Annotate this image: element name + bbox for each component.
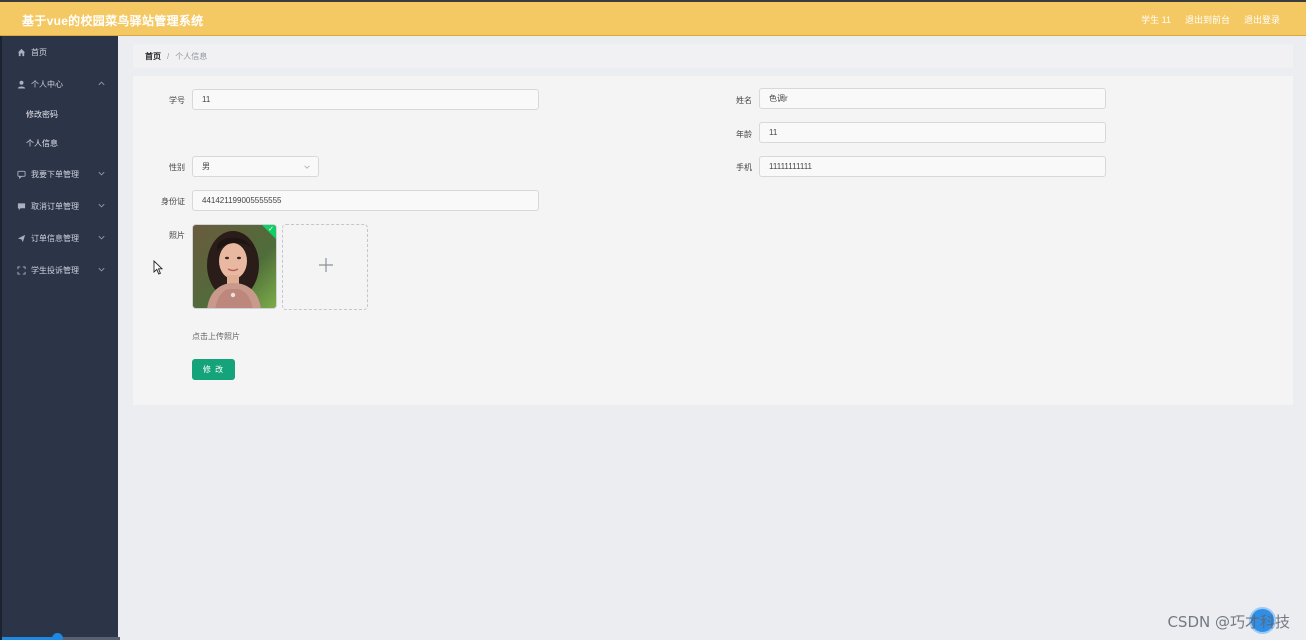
phone-input[interactable]: 11111111111 (759, 156, 1106, 177)
id-card-input[interactable]: 441421199005555555 (192, 190, 539, 211)
name-input[interactable]: 色调r (759, 88, 1106, 109)
chat-icon (16, 169, 26, 179)
sidebar-item-personal-center[interactable]: 个人中心 (2, 68, 118, 100)
send-icon (16, 233, 26, 243)
phone-label: 手机 (736, 163, 752, 172)
sidebar-item-cancel-order[interactable]: 取消订单管理 (2, 190, 118, 222)
profile-form: 学号 11 姓名 色调r 年龄 11 性别 男 手机 11111111111 身… (133, 76, 1293, 405)
fullscreen-icon (16, 265, 26, 275)
chevron-down-icon (98, 171, 105, 176)
sidebar: 首页 个人中心 修改密码 个人信息 我要下单管理 取消订单管理 订单信息管理 学… (0, 36, 120, 640)
student-id-label: 学号 (169, 96, 185, 105)
top-header: 基于vue的校园菜鸟驿站管理系统 学生 11 退出到前台 退出登录 (0, 0, 1306, 36)
age-label: 年龄 (736, 130, 752, 139)
home-icon (16, 47, 26, 57)
sidebar-item-label: 学生投诉管理 (31, 265, 79, 275)
chevron-down-icon (98, 235, 105, 240)
chevron-down-icon (98, 267, 105, 272)
sidebar-item-student-complaints[interactable]: 学生投诉管理 (2, 254, 118, 286)
sidebar-item-place-order[interactable]: 我要下单管理 (2, 158, 118, 190)
name-label: 姓名 (736, 96, 752, 105)
chevron-down-icon (304, 165, 310, 169)
id-card-label: 身份证 (161, 197, 185, 206)
upload-hint: 点击上传照片 (192, 332, 240, 341)
plus-icon (319, 258, 333, 272)
sidebar-subitem-change-password[interactable]: 修改密码 (2, 100, 118, 129)
check-icon: ✓ (268, 226, 274, 233)
user-icon (16, 79, 26, 89)
sidebar-item-label: 取消订单管理 (31, 201, 79, 211)
gender-label: 性别 (169, 163, 185, 172)
app-title: 基于vue的校园菜鸟驿站管理系统 (22, 14, 204, 28)
sidebar-subitem-personal-info[interactable]: 个人信息 (2, 129, 118, 158)
sidebar-item-order-info[interactable]: 订单信息管理 (2, 222, 118, 254)
sidebar-item-label: 首页 (31, 47, 47, 57)
age-input[interactable]: 11 (759, 122, 1106, 143)
mouse-cursor-icon (153, 260, 163, 275)
student-id-input[interactable]: 11 (192, 89, 539, 110)
breadcrumb-separator: / (167, 51, 170, 61)
uploaded-photo[interactable]: ✓ (192, 224, 277, 309)
chevron-down-icon (98, 203, 105, 208)
logout-link[interactable]: 退出登录 (1244, 13, 1280, 26)
breadcrumb-home[interactable]: 首页 (145, 51, 161, 62)
watermark-text: CSDN @巧才科技 (1167, 613, 1290, 631)
message-icon (16, 201, 26, 211)
scroll-knob[interactable] (52, 633, 63, 640)
sidebar-item-home[interactable]: 首页 (2, 36, 118, 68)
current-user-label: 学生 11 (1141, 15, 1171, 25)
exit-to-front-link[interactable]: 退出到前台 (1185, 13, 1230, 26)
gender-selected-value: 男 (202, 162, 210, 171)
sidebar-item-label: 我要下单管理 (31, 169, 79, 179)
sidebar-item-label: 订单信息管理 (31, 233, 79, 243)
photo-upload-button[interactable] (282, 224, 368, 310)
gender-select[interactable]: 男 (192, 156, 319, 177)
breadcrumb-current: 个人信息 (175, 51, 208, 61)
photo-label: 照片 (169, 231, 185, 240)
chevron-up-icon (98, 81, 105, 86)
submit-button[interactable]: 修 改 (192, 359, 235, 380)
sidebar-item-label: 个人中心 (31, 79, 63, 89)
breadcrumb: 首页 / 个人信息 (133, 44, 1293, 68)
header-actions: 学生 11 退出到前台 退出登录 (1141, 13, 1280, 26)
